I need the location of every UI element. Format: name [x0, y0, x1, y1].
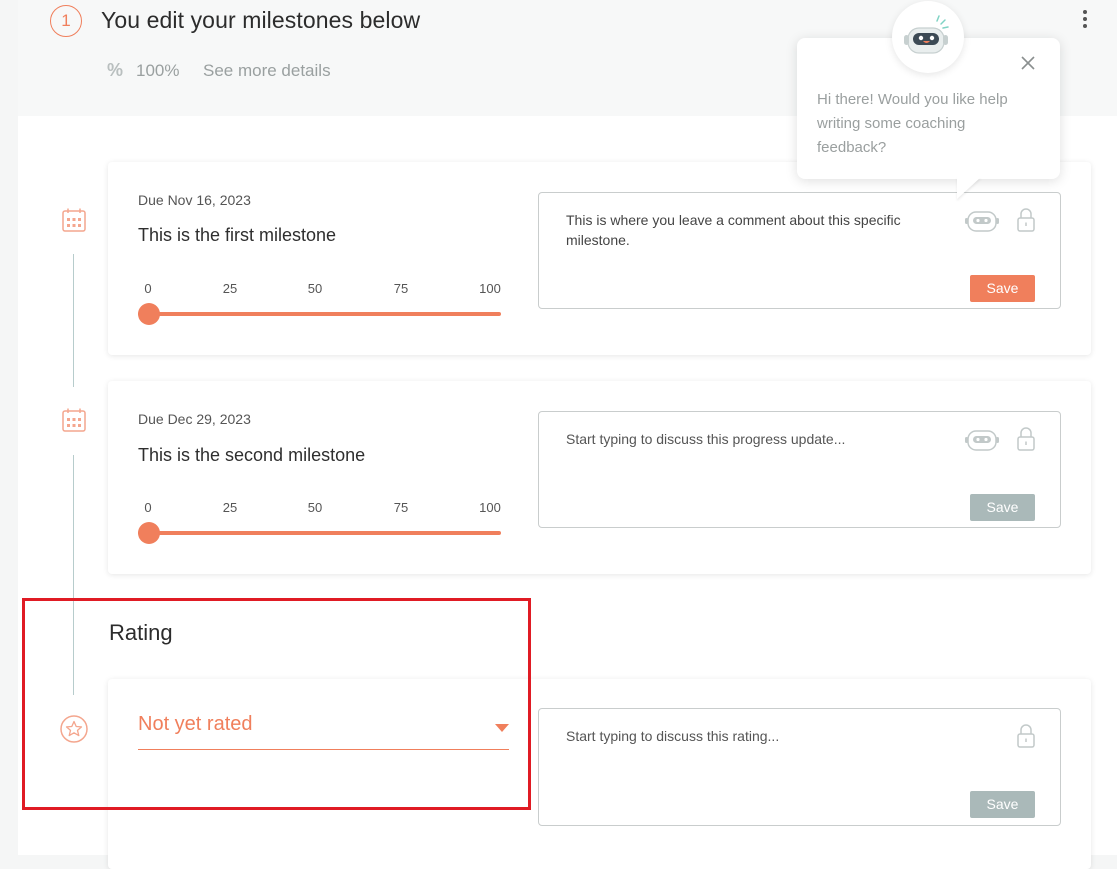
slider-ticks: 0 25 50 75 100 [138, 281, 502, 297]
milestone-comment-box[interactable]: Start typing to discuss this progress up… [538, 411, 1061, 528]
progress-slider-track[interactable] [138, 312, 501, 316]
assistant-avatar[interactable] [892, 1, 964, 73]
milestone-card: Due Nov 16, 2023 This is the first miles… [108, 162, 1091, 355]
see-more-details-link[interactable]: See more details [203, 61, 331, 81]
star-icon [60, 715, 88, 743]
slider-tick-label: 25 [222, 500, 238, 515]
page-title: You edit your milestones below [101, 7, 421, 33]
lock-icon [1017, 427, 1035, 451]
calendar-icon [62, 208, 86, 232]
progress-slider-thumb[interactable] [138, 522, 160, 544]
step-number-badge: 1 [50, 5, 82, 37]
save-comment-button[interactable]: Save [970, 494, 1035, 521]
slider-tick-label: 0 [144, 281, 152, 296]
calendar-icon [62, 408, 86, 432]
milestone-comment-text[interactable]: This is where you leave a comment about … [566, 210, 946, 250]
milestone-due-date: Due Nov 16, 2023 [138, 192, 251, 208]
milestone-title: This is the first milestone [138, 225, 337, 245]
robot-icon [904, 15, 949, 54]
progress-slider-thumb[interactable] [138, 303, 160, 325]
slider-tick-label: 100 [479, 500, 501, 515]
rating-card: Not yet rated Start typing to discuss th… [108, 679, 1091, 869]
timeline-line [73, 455, 74, 695]
coaching-assistant-message: Hi there! Would you like help writing so… [817, 91, 1008, 156]
milestone-card: Due Dec 29, 2023 This is the second mile… [108, 381, 1091, 574]
milestone-comment-box[interactable]: This is where you leave a comment about … [538, 192, 1061, 309]
robot-icon[interactable] [964, 209, 1000, 235]
slider-tick-label: 25 [222, 281, 238, 296]
milestone-comment-input[interactable]: Start typing to discuss this progress up… [566, 429, 946, 449]
slider-tick-label: 75 [393, 281, 409, 296]
caret-down-icon [495, 724, 509, 732]
goal-progress-value: 100% [136, 61, 180, 80]
slider-tick-label: 100 [479, 281, 501, 296]
rating-heading: Rating [109, 620, 173, 645]
save-comment-button[interactable]: Save [970, 275, 1035, 302]
robot-icon[interactable] [964, 428, 1000, 454]
slider-tick-label: 0 [144, 500, 152, 515]
timeline-line [73, 254, 74, 387]
slider-tick-label: 50 [307, 500, 323, 515]
kebab-menu-icon[interactable] [1080, 8, 1090, 34]
percent-icon: % [107, 60, 124, 80]
slider-tick-label: 50 [307, 281, 323, 296]
slider-tick-label: 75 [393, 500, 409, 515]
milestone-title: This is the second milestone [138, 445, 366, 465]
lock-icon [1017, 208, 1035, 232]
save-rating-comment-button[interactable]: Save [970, 791, 1035, 818]
progress-slider-track[interactable] [138, 531, 501, 535]
lock-icon [1017, 724, 1035, 748]
slider-ticks: 0 25 50 75 100 [138, 500, 502, 516]
rating-selected-value: Not yet rated [138, 713, 253, 735]
bubble-tail [957, 177, 981, 199]
rating-dropdown[interactable]: Not yet rated [138, 711, 509, 750]
close-icon[interactable] [1019, 54, 1037, 72]
rating-comment-input[interactable]: Start typing to discuss this rating... [566, 726, 946, 746]
milestone-due-date: Due Dec 29, 2023 [138, 411, 251, 427]
rating-comment-box[interactable]: Start typing to discuss this rating... S… [538, 708, 1061, 826]
